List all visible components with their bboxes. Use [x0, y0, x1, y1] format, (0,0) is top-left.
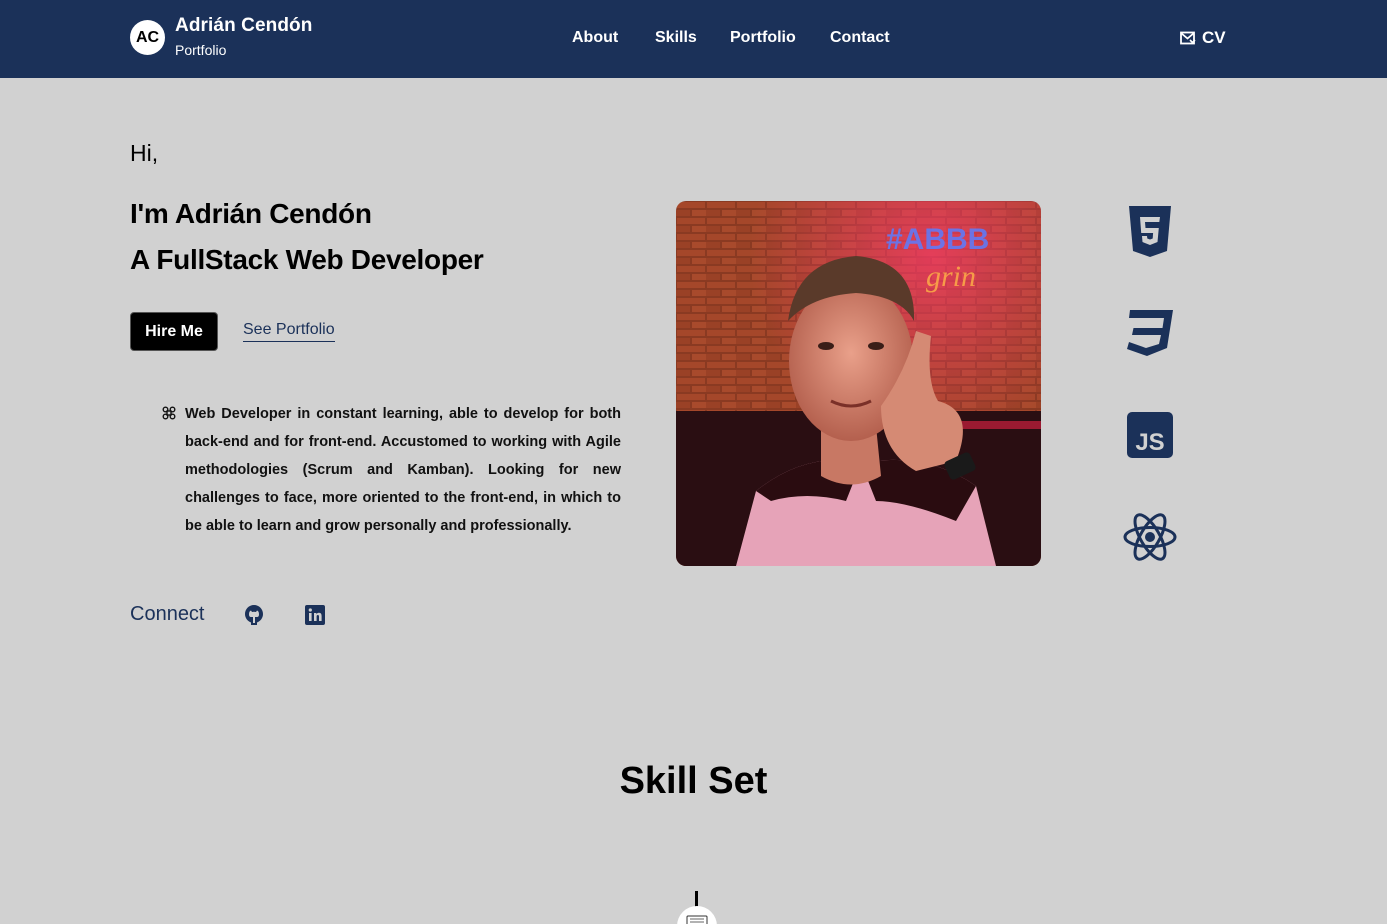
mail-download-icon: [1180, 31, 1196, 45]
react-icon: [1123, 513, 1177, 561]
greeting: Hi,: [130, 140, 159, 166]
headline-role: A FullStack Web Developer: [130, 244, 484, 275]
keyboard-icon: [686, 915, 708, 924]
github-icon[interactable]: [244, 604, 264, 626]
headline-name: I'm Adrián Cendón: [130, 198, 372, 229]
nav-portfolio[interactable]: Portfolio: [730, 29, 796, 47]
profile-photo: #ABBB grin: [676, 201, 1041, 566]
svg-text:#ABBB: #ABBB: [886, 223, 989, 256]
nav-about[interactable]: About: [572, 29, 618, 47]
brand-name[interactable]: Adrián Cendón: [175, 15, 312, 37]
navbar: AC Adrián Cendón Portfolio About Skills …: [0, 0, 1387, 78]
skill-set-title: Skill Set: [619, 760, 768, 802]
cv-label: CV: [1202, 28, 1226, 47]
hire-me-button[interactable]: Hire Me: [130, 312, 218, 351]
css3-icon: [1127, 310, 1173, 356]
timeline-node: [677, 906, 717, 924]
nav-skills[interactable]: Skills: [655, 29, 697, 47]
see-portfolio-link[interactable]: See Portfolio: [243, 321, 335, 342]
logo-badge[interactable]: AC: [130, 20, 165, 55]
bio-text: Web Developer in constant learning, able…: [185, 406, 621, 534]
brand-subtitle: Portfolio: [175, 42, 227, 58]
svg-text:JS: JS: [1135, 429, 1164, 456]
svg-text:grin: grin: [926, 260, 976, 293]
linkedin-icon[interactable]: [304, 604, 326, 626]
connect-label: Connect: [130, 603, 205, 625]
html5-icon: [1129, 206, 1171, 257]
nav-contact[interactable]: Contact: [830, 29, 890, 47]
javascript-icon: JS: [1127, 412, 1173, 458]
command-icon: [162, 406, 176, 420]
cv-download-button[interactable]: CV: [1180, 28, 1226, 48]
